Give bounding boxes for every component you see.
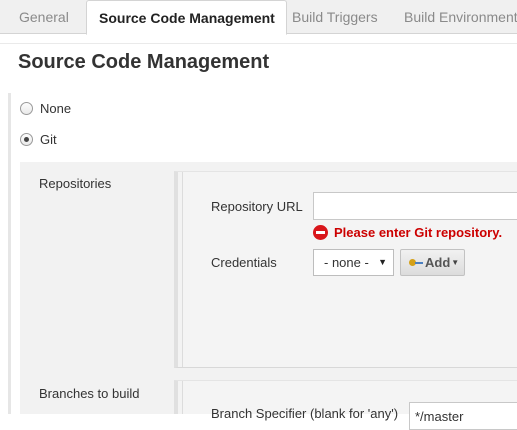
- scm-option-none-label: None: [40, 100, 72, 116]
- error-message: Please enter Git repository.: [334, 225, 503, 240]
- key-icon: [409, 258, 423, 268]
- scm-option-none[interactable]: None: [20, 99, 71, 117]
- divider: [0, 43, 517, 44]
- add-credentials-button[interactable]: Add ▼: [400, 249, 465, 276]
- tab-source-code-management[interactable]: Source Code Management: [86, 0, 287, 35]
- add-button-label: Add: [425, 255, 451, 270]
- error-circle-icon: [313, 225, 328, 240]
- section-guide-bar: [8, 93, 11, 414]
- tab-bar: General Source Code Management Build Tri…: [0, 0, 517, 35]
- page-title: Source Code Management: [18, 51, 270, 73]
- caret-down-icon: ▼: [451, 258, 460, 267]
- repository-url-input[interactable]: [313, 192, 517, 220]
- repositories-label: Repositories: [39, 176, 112, 191]
- tab-general[interactable]: General: [19, 0, 69, 34]
- repository-url-label: Repository URL: [211, 199, 303, 214]
- tab-build-environment[interactable]: Build Environment: [404, 0, 517, 34]
- credentials-label: Credentials: [211, 255, 277, 270]
- scm-option-git-label: Git: [40, 131, 57, 147]
- credentials-select[interactable]: - none - ▼: [313, 249, 394, 276]
- radio-git[interactable]: [20, 132, 33, 146]
- tab-build-triggers[interactable]: Build Triggers: [292, 0, 378, 34]
- caret-down-icon: ▼: [378, 257, 387, 267]
- repository-url-error: Please enter Git repository.: [313, 225, 502, 240]
- radio-none[interactable]: [20, 101, 33, 115]
- branch-specifier-input[interactable]: [409, 402, 517, 430]
- scm-option-git[interactable]: Git: [20, 130, 57, 148]
- branches-label: Branches to build: [39, 386, 140, 401]
- credentials-selected-value: - none -: [324, 255, 369, 270]
